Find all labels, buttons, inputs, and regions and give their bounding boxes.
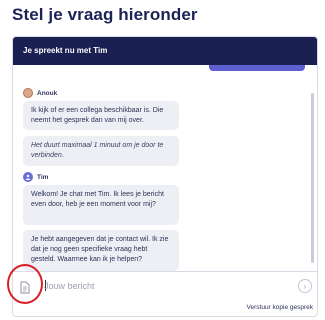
agent-name: Anouk <box>37 89 58 97</box>
header-accent-bar <box>209 65 305 71</box>
scrollbar[interactable] <box>311 93 314 263</box>
message-text: Je hebt aangegeven dat je contact wil. I… <box>31 236 169 263</box>
highlight-circle <box>7 264 43 304</box>
send-button[interactable]: › <box>298 279 312 293</box>
avatar <box>23 172 33 182</box>
message-list[interactable]: Anouk Ik kijk of er een collega beschikb… <box>13 65 317 273</box>
message-text: Ik kijk of er een collega beschikbaar is… <box>31 107 164 124</box>
message-bubble: Ik kijk of er een collega beschikbaar is… <box>23 101 179 130</box>
message-bubble: Welkom! Je chat met Tim. Ik lees je beri… <box>23 185 179 225</box>
agent-label-tim: Tim <box>23 172 48 182</box>
message-text: Welkom! Je chat met Tim. Ik lees je beri… <box>31 191 164 208</box>
send-arrow-icon: › <box>303 281 307 291</box>
page-title: Stel je vraag hieronder <box>12 5 198 24</box>
message-input[interactable] <box>44 278 284 294</box>
message-bubble: Je hebt aangegeven dat je contact wil. I… <box>23 230 179 271</box>
agent-name: Tim <box>37 173 49 181</box>
avatar <box>23 88 33 98</box>
person-icon <box>25 174 31 180</box>
agent-label-anouk: Anouk <box>23 88 57 98</box>
message-bubble: Het duurt maximaal 1 minuut om je door t… <box>23 136 179 166</box>
chat-header: Je spreekt nu met Tim <box>13 37 317 65</box>
message-text: Het duurt maximaal 1 minuut om je door t… <box>31 142 164 159</box>
chat-header-title: Je spreekt nu met Tim <box>23 46 108 55</box>
send-transcript-link[interactable]: Verstuur kopie gesprek <box>247 304 313 311</box>
